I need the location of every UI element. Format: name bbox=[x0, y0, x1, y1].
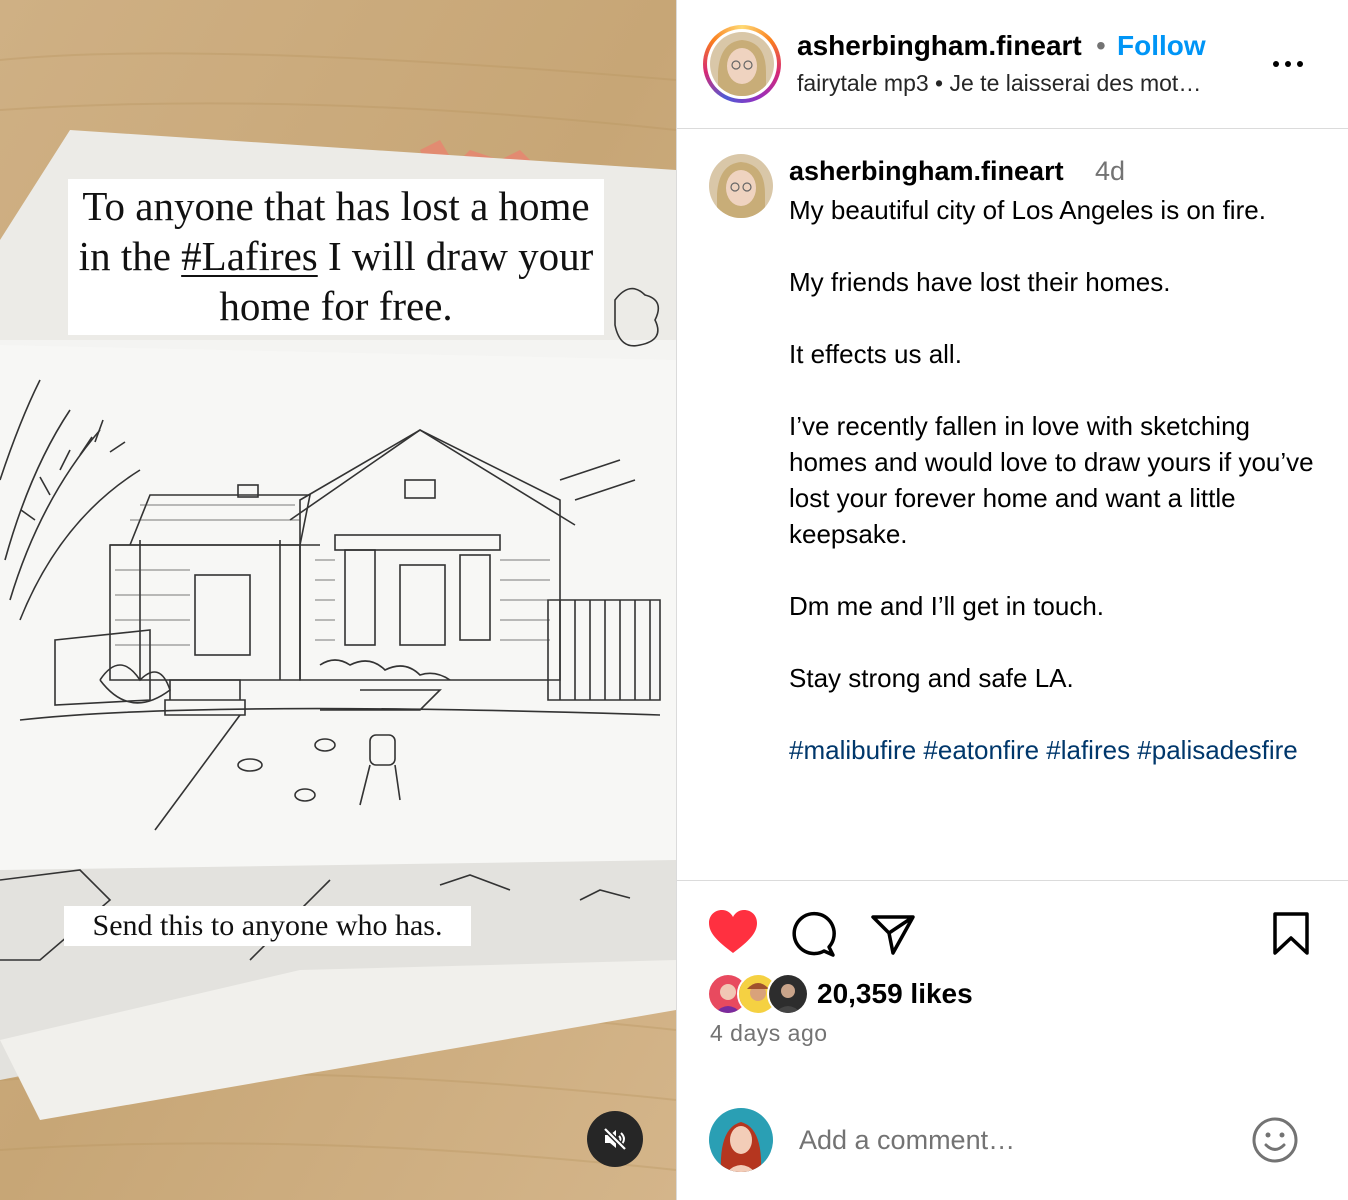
post-media[interactable]: To anyone that has lost a home in the #L… bbox=[0, 0, 676, 1200]
subline-overlay: Send this to anyone who has. bbox=[64, 906, 471, 946]
post-date[interactable]: 4 days ago bbox=[710, 1020, 828, 1047]
caption-hashtags[interactable]: #malibufire #eatonfire #lafires #palisad… bbox=[789, 732, 1319, 768]
emoji-icon bbox=[1252, 1117, 1298, 1163]
caption-paragraph: I’ve recently fallen in love with sketch… bbox=[789, 411, 1314, 549]
story-ring-avatar[interactable] bbox=[703, 25, 781, 103]
lafires-hashtag-link: #Lafires bbox=[181, 233, 318, 279]
emoji-button[interactable] bbox=[1251, 1116, 1299, 1169]
caption-paragraph: Dm me and I’ll get in touch. bbox=[789, 591, 1105, 621]
caption-paragraph: My beautiful city of Los Angeles is on f… bbox=[789, 195, 1266, 225]
caption-avatar[interactable] bbox=[709, 154, 773, 218]
more-options-button[interactable] bbox=[1273, 52, 1309, 76]
audio-attribution[interactable]: fairytale mp3 • Je te laisserai des mot… bbox=[797, 70, 1201, 97]
post-details-panel: asherbingham.fineart • Follow fairytale … bbox=[677, 0, 1348, 1200]
caption-text: My beautiful city of Los Angeles is on f… bbox=[789, 192, 1319, 804]
current-user-avatar bbox=[709, 1108, 773, 1172]
username-link[interactable]: asherbingham.fineart bbox=[797, 30, 1082, 62]
caption-timestamp[interactable]: 4d bbox=[1095, 156, 1125, 187]
share-icon bbox=[871, 915, 915, 955]
mute-button[interactable] bbox=[587, 1111, 643, 1167]
comment-button[interactable] bbox=[789, 911, 837, 964]
post-header: asherbingham.fineart • Follow fairytale … bbox=[677, 0, 1348, 129]
caption-paragraph: It effects us all. bbox=[789, 339, 962, 369]
follow-button[interactable]: Follow bbox=[1117, 30, 1206, 62]
bookmark-icon bbox=[1273, 912, 1309, 955]
share-button[interactable] bbox=[869, 911, 917, 964]
save-button[interactable] bbox=[1271, 911, 1311, 962]
comment-input[interactable] bbox=[789, 1118, 1249, 1162]
caption-section: asherbingham.fineart 4d My beautiful cit… bbox=[677, 129, 1348, 881]
post-actions: 20,359 likes 4 days ago bbox=[677, 881, 1348, 1200]
like-button[interactable] bbox=[707, 909, 759, 962]
heart-icon bbox=[709, 910, 757, 953]
avatar bbox=[710, 32, 774, 96]
mute-icon bbox=[603, 1127, 627, 1151]
caption-paragraph: My friends have lost their homes. bbox=[789, 267, 1171, 297]
headline-overlay: To anyone that has lost a home in the #L… bbox=[68, 179, 604, 335]
caption-paragraph: Stay strong and safe LA. bbox=[789, 663, 1074, 693]
dot-separator: • bbox=[1096, 30, 1106, 61]
likes-count[interactable]: 20,359 likes bbox=[817, 978, 973, 1010]
caption-username-link[interactable]: asherbingham.fineart bbox=[789, 156, 1064, 187]
avatar bbox=[767, 973, 809, 1015]
comment-icon bbox=[792, 911, 836, 957]
